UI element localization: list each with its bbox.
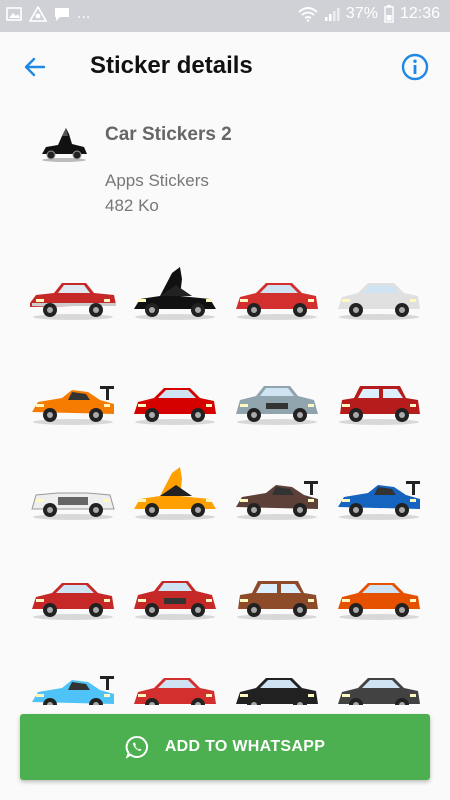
battery-percent: 37%	[345, 5, 378, 22]
car-sticker-image	[134, 388, 216, 425]
sticker-item[interactable]	[28, 465, 118, 525]
pack-size: 482 Ko	[105, 196, 159, 215]
sticker-item[interactable]	[232, 660, 322, 705]
car-sticker-image	[134, 267, 216, 320]
car-sticker-image	[134, 581, 216, 620]
sticker-item[interactable]	[130, 265, 220, 325]
car-sticker-image	[237, 581, 318, 620]
sticker-item[interactable]	[334, 370, 424, 430]
sticker-item[interactable]	[232, 565, 322, 625]
more-notifications: ...	[77, 5, 91, 22]
sticker-item[interactable]	[28, 565, 118, 625]
car-sticker-image	[32, 676, 114, 705]
sticker-item[interactable]	[334, 465, 424, 525]
car-sticker-image	[338, 283, 420, 320]
car-sticker-image	[338, 678, 420, 705]
sticker-pack-info: Car Stickers 2 Apps Stickers 482 Ko	[0, 108, 450, 228]
sticker-item[interactable]	[130, 565, 220, 625]
info-icon	[401, 53, 429, 81]
car-sticker-image	[338, 583, 420, 620]
car-sticker-image	[339, 386, 420, 425]
car-sticker-image	[32, 583, 114, 620]
clock: 12:36	[399, 5, 440, 22]
car-sticker-image	[31, 492, 115, 520]
sticker-item[interactable]	[130, 660, 220, 705]
status-bar: ... 37% 12:36	[0, 0, 450, 32]
pack-publisher: Apps Stickers	[105, 171, 209, 190]
car-sticker-image	[236, 386, 318, 425]
chat-icon	[55, 7, 69, 21]
car-sticker-image	[236, 481, 318, 520]
sticker-grid	[18, 255, 432, 705]
battery-icon	[384, 5, 394, 23]
car-sticker-image	[236, 283, 318, 320]
sticker-item[interactable]	[130, 370, 220, 430]
car-sticker-image	[32, 386, 114, 425]
pack-tray-icon	[42, 128, 87, 162]
sticker-item[interactable]	[334, 265, 424, 325]
sticker-item[interactable]	[334, 565, 424, 625]
wifi-icon	[298, 7, 318, 22]
sticker-item[interactable]	[232, 370, 322, 430]
car-sticker-image	[236, 678, 318, 705]
sticker-item[interactable]	[232, 265, 322, 325]
car-sticker-image	[30, 283, 116, 320]
sticker-item[interactable]	[28, 370, 118, 430]
sticker-item[interactable]	[334, 660, 424, 705]
info-button[interactable]	[398, 50, 432, 84]
sticker-item[interactable]	[232, 465, 322, 525]
add-to-whatsapp-label: ADD TO WHATSAPP	[164, 738, 326, 755]
app-bar: Sticker details	[0, 32, 450, 100]
car-sticker-image	[134, 678, 216, 705]
sticker-item[interactable]	[130, 465, 220, 525]
car-sticker-image	[134, 467, 216, 520]
back-button[interactable]	[18, 50, 52, 84]
add-to-whatsapp-button[interactable]: ADD TO WHATSAPP	[20, 714, 430, 780]
sticker-item[interactable]	[28, 660, 118, 705]
pack-name: Car Stickers 2	[105, 124, 232, 145]
arrow-left-icon	[24, 57, 46, 77]
page-title: Sticker details	[90, 52, 253, 79]
sticker-item[interactable]	[28, 265, 118, 325]
signal-icon	[324, 8, 340, 21]
image-icon	[6, 7, 22, 21]
vpn-icon	[29, 6, 47, 22]
car-sticker-image	[338, 481, 420, 520]
whatsapp-icon	[125, 735, 148, 759]
